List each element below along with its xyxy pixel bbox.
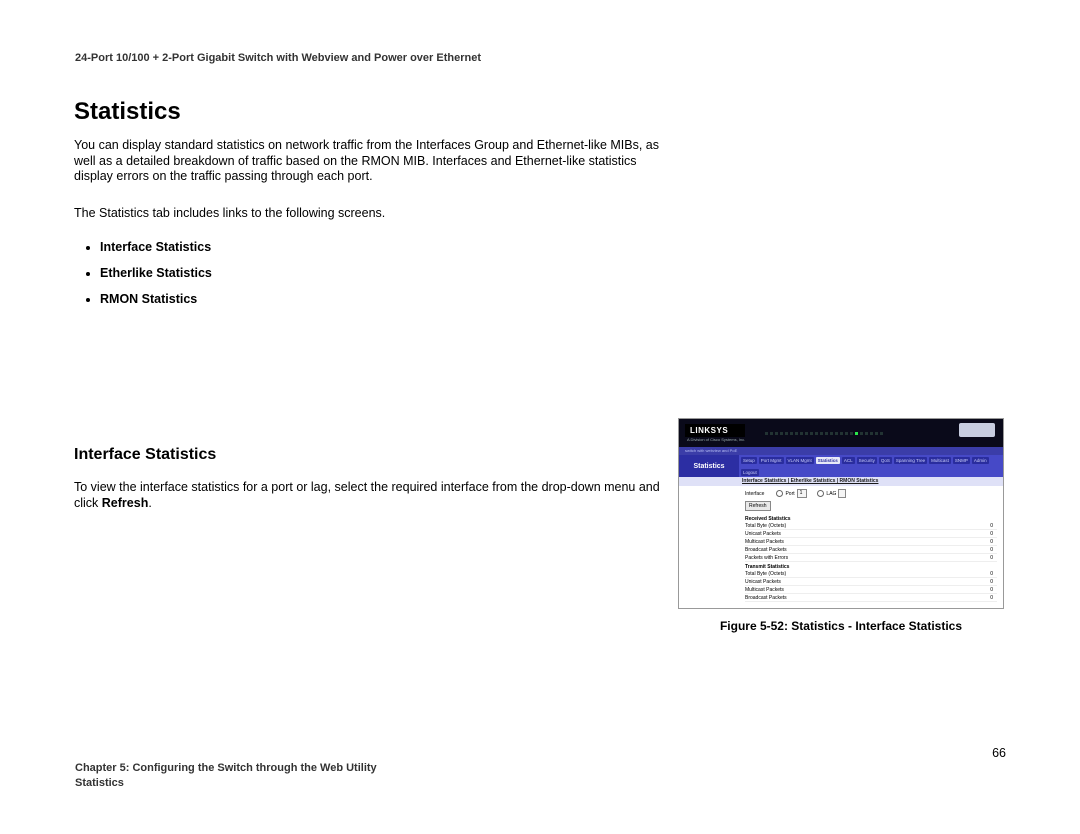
table-value: 0 xyxy=(990,531,997,537)
port-leds-icon xyxy=(765,432,885,435)
figure-port-label: Port xyxy=(785,491,794,497)
heading-interface-statistics: Interface Statistics xyxy=(74,446,216,464)
list-item: RMON Statistics xyxy=(100,292,212,306)
figure-port-select[interactable]: 1 xyxy=(797,489,808,498)
table-label: Unicast Packets xyxy=(745,531,781,537)
figure-caption: Figure 5-52: Statistics - Interface Stat… xyxy=(678,619,1004,633)
figure-header-bar: LINKSYS A Division of Cisco Systems, Inc… xyxy=(679,419,1003,447)
figure-interface-label: Interface xyxy=(745,491,764,497)
figure-tab[interactable]: Spanning Tree xyxy=(894,457,927,464)
interface-para-post: . xyxy=(148,496,151,510)
list-item: Interface Statistics xyxy=(100,240,212,254)
table-value: 0 xyxy=(990,547,997,553)
tab-desc-paragraph: The Statistics tab includes links to the… xyxy=(74,206,659,222)
statistics-links-list: Interface Statistics Etherlike Statistic… xyxy=(82,228,212,318)
page-number: 66 xyxy=(992,746,1006,760)
table-value: 0 xyxy=(990,555,997,561)
table-label: Broadcast Packets xyxy=(745,595,787,601)
product-label-graphic xyxy=(959,423,995,437)
intro-paragraph: You can display standard statistics on n… xyxy=(74,138,659,185)
figure-tab[interactable]: Multicast xyxy=(929,457,951,464)
figure-tab[interactable]: QoS xyxy=(879,457,892,464)
interface-para-pre: To view the interface statistics for a p… xyxy=(74,480,660,510)
figure-tab-active[interactable]: Statistics xyxy=(816,457,840,464)
figure-content: Interface Port 1 LAG Refresh Received St… xyxy=(679,486,1003,608)
refresh-keyword: Refresh xyxy=(102,496,149,510)
doc-footer: Chapter 5: Configuring the Switch throug… xyxy=(75,761,377,790)
figure-tx-section: Transmit Statistics xyxy=(745,562,997,570)
table-label: Total Byte (Octets) xyxy=(745,571,786,577)
linksys-logo-sub: A Division of Cisco Systems, Inc. xyxy=(687,437,745,442)
figure-tabs: Setup Port Mgmt VLAN Mgmt Statistics ACL… xyxy=(739,455,1003,477)
table-value: 0 xyxy=(990,523,997,529)
footer-chapter: Chapter 5: Configuring the Switch throug… xyxy=(75,761,377,775)
port-radio-icon[interactable] xyxy=(776,490,783,497)
table-label: Broadcast Packets xyxy=(745,547,787,553)
doc-header: 24-Port 10/100 + 2-Port Gigabit Switch w… xyxy=(75,52,481,64)
figure-nav-row: Statistics Setup Port Mgmt VLAN Mgmt Sta… xyxy=(679,455,1003,477)
heading-statistics: Statistics xyxy=(74,98,181,126)
figure-tab[interactable]: Port Mgmt xyxy=(759,457,784,464)
figure-side-label: Statistics xyxy=(679,455,739,477)
table-label: Unicast Packets xyxy=(745,579,781,585)
table-value: 0 xyxy=(990,587,997,593)
figure-tab[interactable]: Admin xyxy=(972,457,989,464)
figure-tab[interactable]: ACL xyxy=(842,457,855,464)
interface-paragraph: To view the interface statistics for a p… xyxy=(74,480,662,511)
figure-lag-select[interactable] xyxy=(838,489,846,498)
table-value: 0 xyxy=(990,571,997,577)
lag-radio-icon[interactable] xyxy=(817,490,824,497)
figure-subtabs: Interface Statistics | Etherlike Statist… xyxy=(739,477,881,486)
figure-stats-table: Received Statistics Total Byte (Octets) 0… xyxy=(745,514,997,602)
embedded-screenshot: LINKSYS A Division of Cisco Systems, Inc… xyxy=(678,418,1004,609)
table-label: Total Byte (Octets) xyxy=(745,523,786,529)
list-item: Etherlike Statistics xyxy=(100,266,212,280)
figure-switch-line: switch with webview and PoE xyxy=(679,447,1003,455)
table-value: 0 xyxy=(990,595,997,601)
figure-subtabs-text[interactable]: Interface Statistics | Etherlike Statist… xyxy=(742,478,878,484)
table-label: Packets with Errors xyxy=(745,555,788,561)
figure-tab[interactable]: Security xyxy=(857,457,877,464)
table-label: Multicast Packets xyxy=(745,587,784,593)
table-value: 0 xyxy=(990,579,997,585)
figure-tab[interactable]: SNMP xyxy=(953,457,970,464)
figure-recv-section: Received Statistics xyxy=(745,514,997,522)
figure-refresh-button[interactable]: Refresh xyxy=(745,501,771,511)
figure-5-52: LINKSYS A Division of Cisco Systems, Inc… xyxy=(678,418,1004,633)
footer-section: Statistics xyxy=(75,776,377,790)
figure-tab[interactable]: Logout xyxy=(741,469,759,476)
figure-tab[interactable]: Setup xyxy=(741,457,757,464)
linksys-logo: LINKSYS xyxy=(685,424,745,437)
table-value: 0 xyxy=(990,539,997,545)
figure-lag-label: LAG xyxy=(826,491,836,497)
figure-interface-row: Interface Port 1 LAG xyxy=(745,489,997,498)
table-label: Multicast Packets xyxy=(745,539,784,545)
figure-subtabs-row: Interface Statistics | Etherlike Statist… xyxy=(679,477,1003,486)
figure-tab[interactable]: VLAN Mgmt xyxy=(786,457,814,464)
